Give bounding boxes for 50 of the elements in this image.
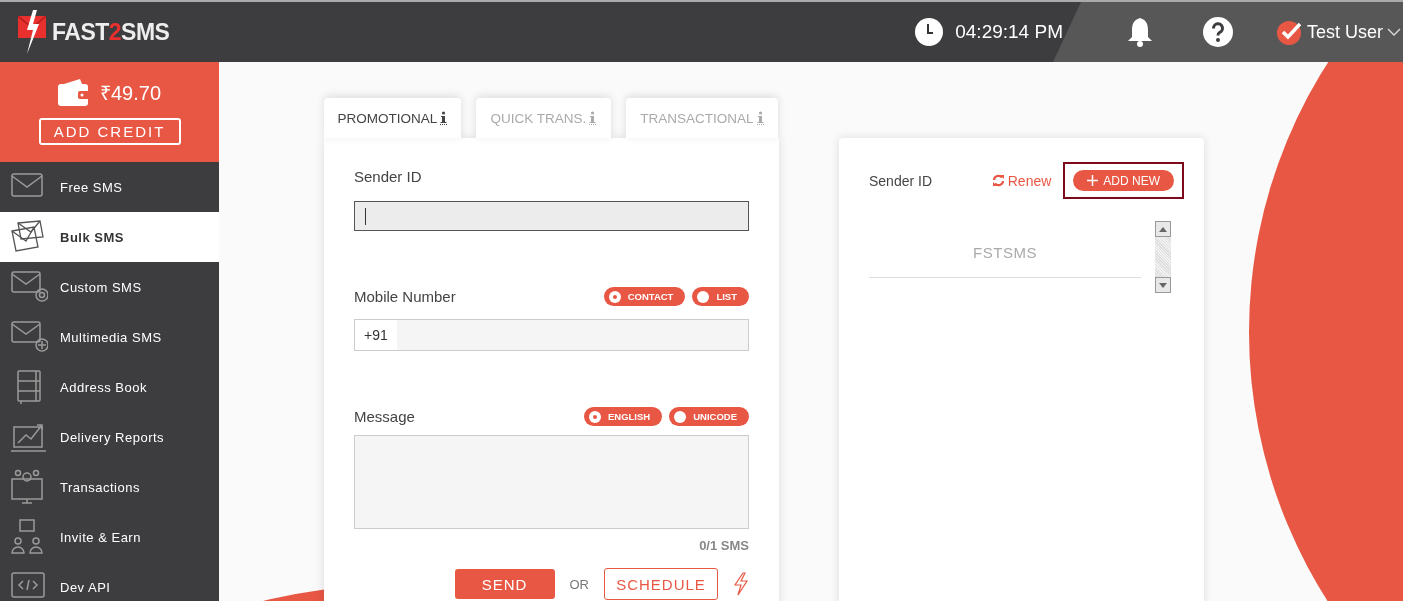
field-label: Sender ID: [354, 168, 423, 185]
sidebar-item[interactable]: Delivery Reports: [0, 412, 219, 462]
sidebar-item[interactable]: Invite & Earn: [0, 512, 219, 562]
or-text: OR: [569, 576, 589, 592]
user-menu[interactable]: Test User: [1276, 19, 1401, 45]
info-icon: [589, 111, 597, 125]
plus-icon: [1087, 175, 1099, 186]
sender-id-field[interactable]: [354, 201, 749, 231]
info-icon: [440, 111, 448, 125]
wallet-icon: [57, 78, 90, 106]
message-field[interactable]: [354, 435, 749, 529]
mobile-number-field[interactable]: +91: [354, 319, 749, 351]
sms-counter: 0/1 SMS: [698, 538, 749, 553]
chevron-down-icon: [1387, 27, 1401, 37]
radio-pill[interactable]: ENGLISH: [583, 407, 663, 426]
add-credit-button[interactable]: ADD CREDIT: [38, 118, 181, 145]
sidebar-item[interactable]: Multimedia SMS: [0, 312, 219, 362]
sidebar-item[interactable]: Address Book: [0, 362, 219, 412]
refresh-icon: [991, 174, 1005, 187]
panel-title: Sender ID: [869, 172, 933, 189]
wallet-balance: ₹49.70: [99, 80, 162, 106]
lightning-icon[interactable]: [733, 572, 749, 596]
lightning-envelope-icon: [18, 10, 48, 54]
sidebar-item[interactable]: Transactions: [0, 462, 219, 512]
sidebar-item[interactable]: Bulk SMS: [0, 212, 219, 262]
add-new-button[interactable]: ADD NEW: [1073, 170, 1174, 191]
scroll-down-icon[interactable]: [1159, 282, 1167, 288]
envelope-gear-icon: [10, 269, 48, 305]
renew-link[interactable]: Renew: [991, 172, 1052, 189]
logo-text: FAST2SMS: [52, 18, 170, 46]
sidebar-item[interactable]: Dev API: [0, 562, 219, 601]
scrollbar[interactable]: [1155, 221, 1171, 293]
help-icon[interactable]: [1202, 17, 1233, 47]
check-icon: [1276, 19, 1303, 45]
clock-icon: [915, 18, 944, 46]
radio-pill[interactable]: LIST: [692, 287, 749, 306]
radio-pill[interactable]: UNICODE: [669, 407, 749, 426]
schedule-button[interactable]: SCHEDULE: [604, 568, 718, 600]
send-button[interactable]: SEND: [454, 569, 555, 599]
radio-pill[interactable]: CONTACT: [603, 287, 686, 306]
field-label: Mobile Number: [354, 288, 456, 305]
clock-time: 04:29:14 PM: [955, 21, 1063, 43]
field-label: Message: [354, 408, 415, 425]
tab[interactable]: PROMOTIONAL: [324, 98, 461, 138]
scroll-up-icon[interactable]: [1159, 226, 1167, 232]
envelope-plus-icon: [10, 319, 48, 355]
sidebar-item[interactable]: Free SMS: [0, 162, 219, 212]
sidebar-item[interactable]: Custom SMS: [0, 262, 219, 312]
info-icon: [756, 111, 764, 125]
code-icon: [10, 569, 48, 601]
